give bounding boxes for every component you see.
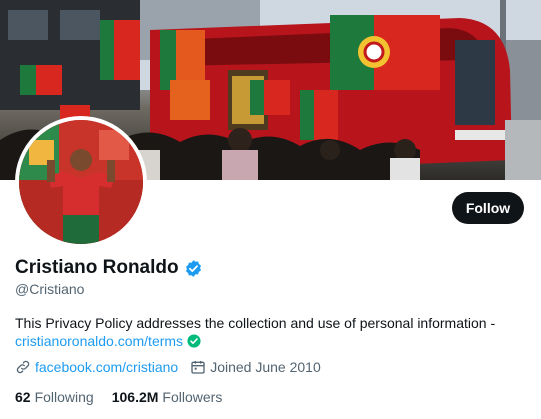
verified-badge-icon[interactable] bbox=[184, 259, 203, 278]
followers-count: 106.2M bbox=[111, 389, 159, 405]
check-circle-icon bbox=[187, 334, 201, 348]
profile-name-row: Cristiano Ronaldo bbox=[15, 257, 203, 279]
profile-handle: @Cristiano bbox=[15, 281, 85, 297]
avatar-image bbox=[19, 120, 143, 244]
joined-item: Joined June 2010 bbox=[190, 359, 321, 375]
profile-name: Cristiano Ronaldo bbox=[15, 257, 179, 278]
website-item: facebook.com/cristiano bbox=[15, 359, 178, 375]
profile-meta-row: facebook.com/cristiano Joined June 2010 bbox=[15, 359, 333, 375]
link-icon bbox=[15, 359, 31, 375]
bio-link[interactable]: cristianoronaldo.com/terms bbox=[15, 333, 183, 349]
profile-bio: This Privacy Policy addresses the collec… bbox=[15, 314, 530, 350]
calendar-icon bbox=[190, 359, 206, 375]
following-label: Following bbox=[34, 389, 94, 405]
joined-date: Joined June 2010 bbox=[210, 359, 321, 375]
follow-button[interactable]: Follow bbox=[452, 192, 524, 224]
profile-avatar[interactable] bbox=[15, 116, 147, 248]
profile-stats-row: 62 Following 106.2M Followers bbox=[15, 389, 240, 405]
website-link[interactable]: facebook.com/cristiano bbox=[35, 359, 178, 375]
followers-stat[interactable]: 106.2M Followers bbox=[112, 389, 223, 405]
following-stat[interactable]: 62 Following bbox=[15, 389, 94, 405]
followers-label: Followers bbox=[162, 389, 223, 405]
following-count: 62 bbox=[15, 389, 31, 405]
bio-text: This Privacy Policy addresses the collec… bbox=[15, 315, 496, 331]
